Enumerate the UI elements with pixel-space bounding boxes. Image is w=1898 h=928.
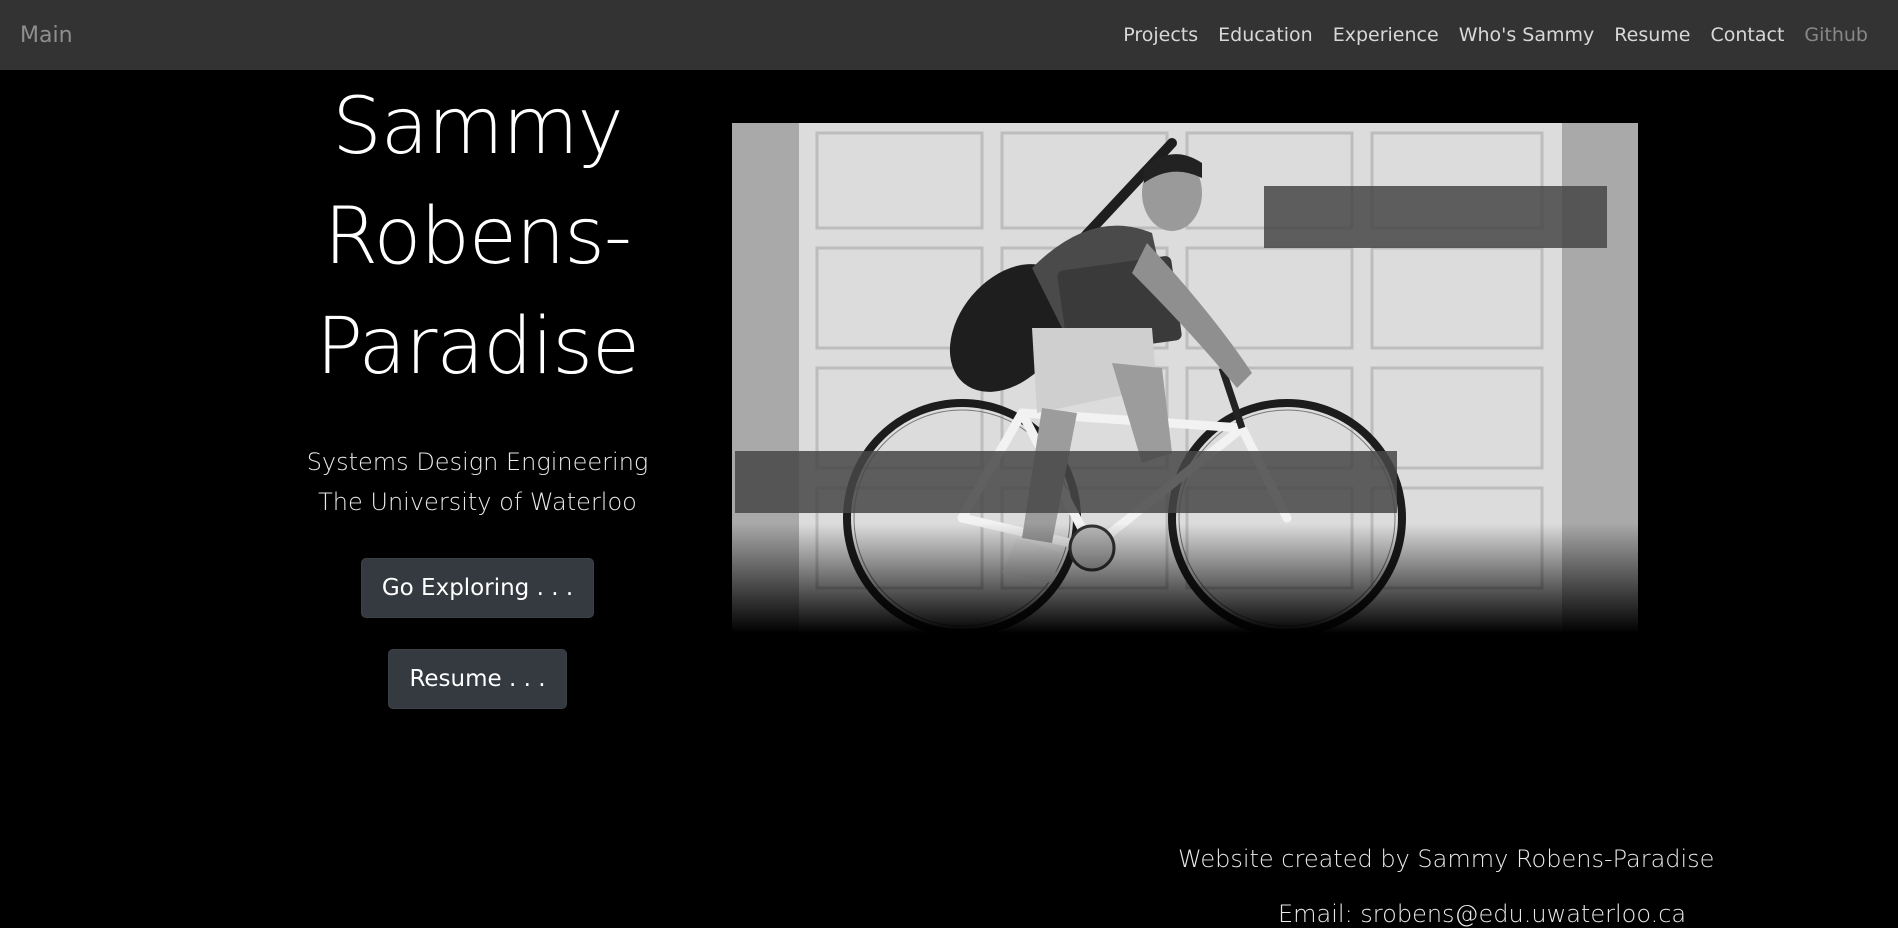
nav-link-resume[interactable]: Resume [1604,24,1700,46]
nav-link-education[interactable]: Education [1208,24,1323,46]
hero-intro: Sammy Robens- Paradise Systems Design En… [280,72,675,709]
nav-link-whos-sammy[interactable]: Who's Sammy [1449,24,1605,46]
photo-fade-gradient [732,523,1638,633]
nav-link-github[interactable]: Github [1794,24,1878,46]
hero-name-line1: Sammy [332,82,623,172]
hero-photo [732,123,1638,633]
nav-link-experience[interactable]: Experience [1323,24,1449,46]
university-name: The University of Waterloo [318,488,637,516]
hero-name: Sammy Robens- Paradise [280,72,675,402]
footer-email: Email: srobens@edu.uwaterloo.ca [1278,900,1687,928]
nav-link-projects[interactable]: Projects [1113,24,1208,46]
footer-credit: Website created by Sammy Robens-Paradise [1178,845,1715,873]
go-exploring-button[interactable]: Go Exploring . . . [360,558,595,618]
hero-name-line3: Paradise [315,302,640,392]
brand-link-main[interactable]: Main [20,23,73,48]
nav-links: Projects Education Experience Who's Samm… [1113,24,1878,46]
hero-name-line2: Robens- [323,192,632,282]
overlay-banner-top [1264,186,1607,248]
program-name: Systems Design Engineering [306,448,649,476]
overlay-banner-bottom [735,451,1397,513]
hero-subtitle: Systems Design Engineering The Universit… [280,442,675,522]
resume-button[interactable]: Resume . . . [388,649,567,709]
nav-link-contact[interactable]: Contact [1700,24,1794,46]
top-navbar: Main Projects Education Experience Who's… [0,0,1898,70]
